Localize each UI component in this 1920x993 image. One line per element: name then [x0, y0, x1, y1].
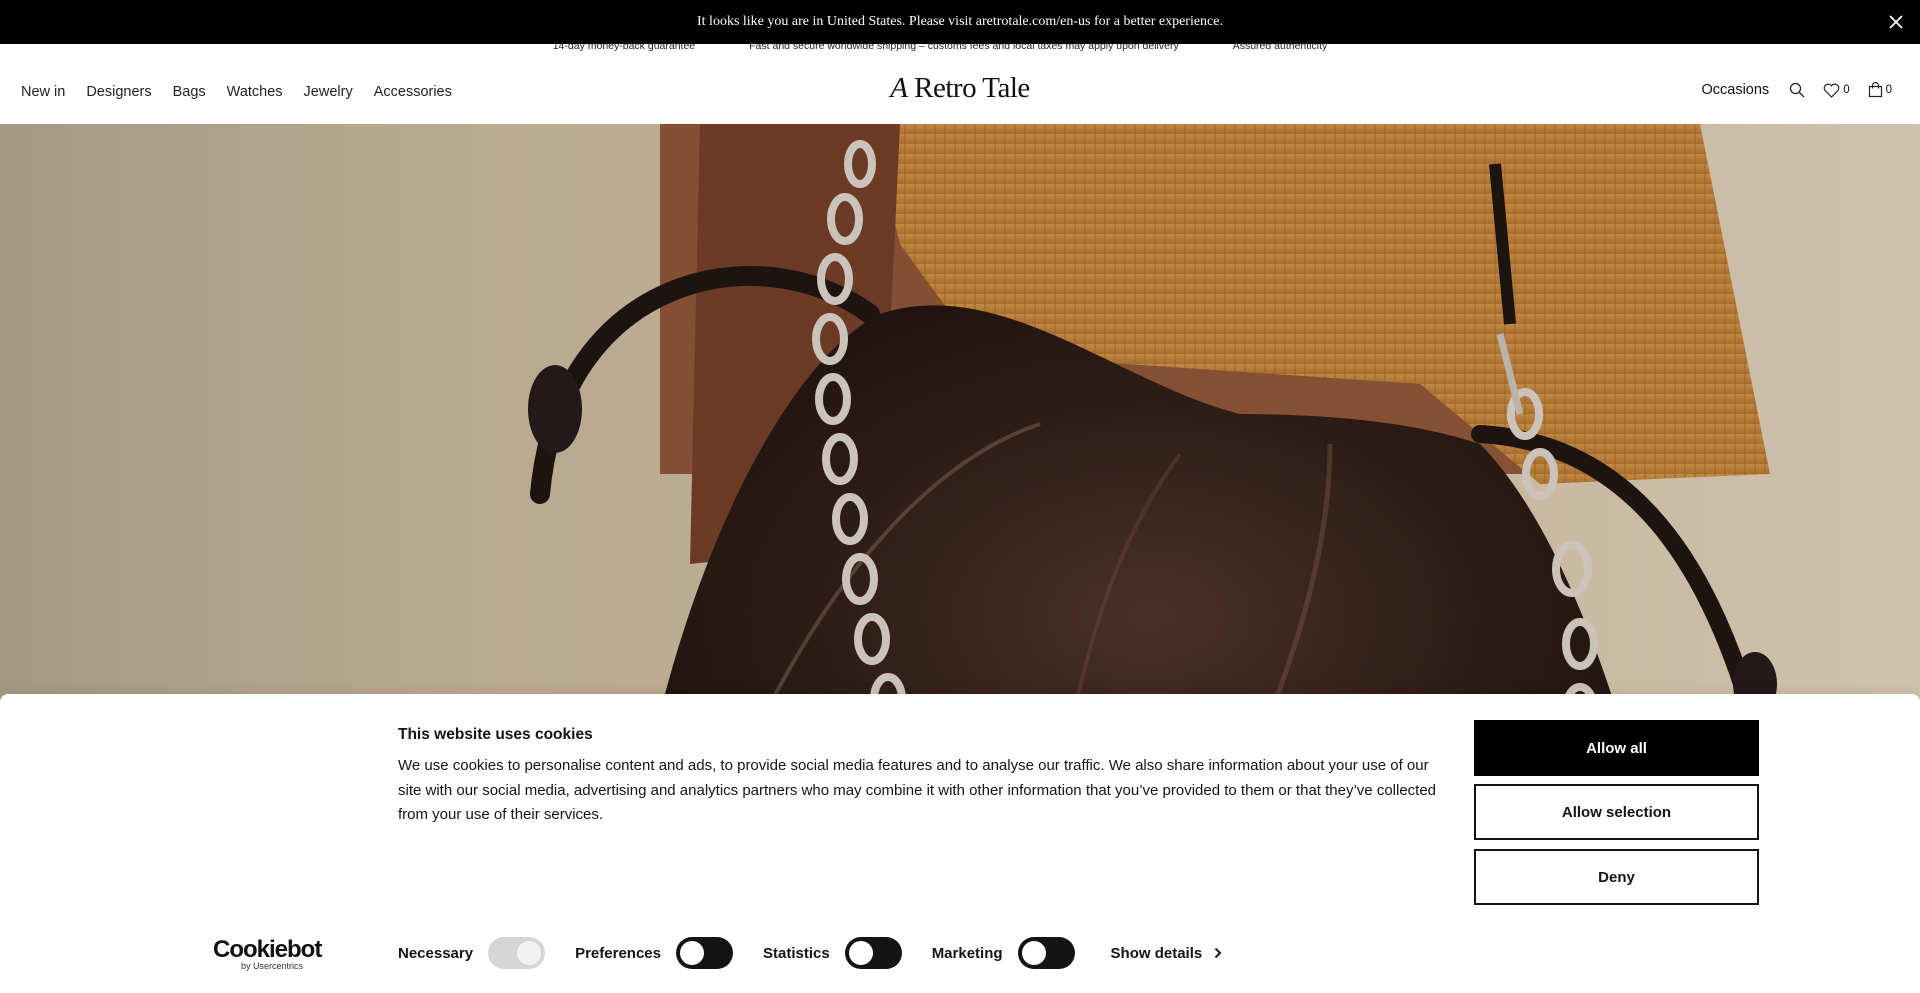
consent-label-preferences: Preferences	[575, 944, 661, 962]
show-details-label: Show details	[1110, 944, 1203, 962]
shopping-bag-icon	[1868, 82, 1882, 98]
cart-button[interactable]: 0	[1868, 82, 1892, 98]
logo-text: Retro Tale	[914, 72, 1030, 104]
deny-button[interactable]: Deny	[1474, 849, 1759, 905]
usp-strip: 14-day money-back guarantee Fast and sec…	[0, 38, 1920, 54]
consent-preferences: Preferences	[575, 937, 733, 969]
preferences-toggle[interactable]	[675, 937, 733, 969]
cookie-description: We use cookies to personalise content an…	[398, 757, 1437, 823]
toggle-knob	[679, 941, 704, 965]
usp-authenticity: Assured authenticity	[1232, 40, 1328, 52]
nav-occasions[interactable]: Occasions	[1701, 82, 1769, 98]
site-header: New in Designers Bags Watches Jewelry Ac…	[0, 54, 1920, 124]
marketing-toggle[interactable]	[1017, 937, 1075, 969]
toggle-knob	[848, 941, 873, 965]
cookie-dialog: This website uses cookies We use cookies…	[0, 694, 1920, 993]
cookiebot-brand: Cookiebot	[213, 936, 322, 963]
heart-icon	[1823, 83, 1840, 98]
consent-label-marketing: Marketing	[931, 944, 1003, 962]
geo-banner-message: It looks like you are in United States. …	[697, 14, 1223, 29]
search-icon[interactable]	[1789, 82, 1805, 98]
close-icon[interactable]	[1886, 12, 1906, 32]
show-details-link[interactable]: Show details	[1111, 945, 1223, 962]
consent-categories: Necessary Preferences Statistics Marketi…	[398, 937, 1222, 969]
usp-shipping: Fast and secure worldwide shipping – cus…	[749, 40, 1179, 52]
necessary-toggle	[488, 937, 546, 969]
allow-selection-button[interactable]: Allow selection	[1474, 784, 1759, 840]
cookie-title: This website uses cookies	[398, 726, 593, 743]
toggle-knob	[517, 941, 542, 965]
consent-necessary: Necessary	[398, 937, 546, 969]
usp-money-back: 14-day money-back guarantee	[552, 40, 696, 52]
cart-count: 0	[1885, 84, 1892, 96]
consent-statistics: Statistics	[763, 937, 902, 969]
wishlist-count: 0	[1843, 84, 1850, 96]
allow-all-button[interactable]: Allow all	[1474, 720, 1759, 776]
statistics-toggle[interactable]	[844, 937, 902, 969]
toggle-knob	[1021, 941, 1046, 965]
cookiebot-logo: Cookiebot by Usercentrics	[213, 936, 323, 972]
site-logo[interactable]: A Retro Tale	[0, 72, 1920, 105]
consent-label-statistics: Statistics	[762, 944, 830, 962]
header-actions: Occasions 0 0	[1701, 82, 1892, 98]
logo-letter: A	[890, 72, 908, 104]
consent-marketing: Marketing	[932, 937, 1075, 969]
chevron-right-icon	[1215, 947, 1222, 959]
consent-label-necessary: Necessary	[398, 944, 474, 962]
wishlist-button[interactable]: 0	[1823, 83, 1850, 98]
